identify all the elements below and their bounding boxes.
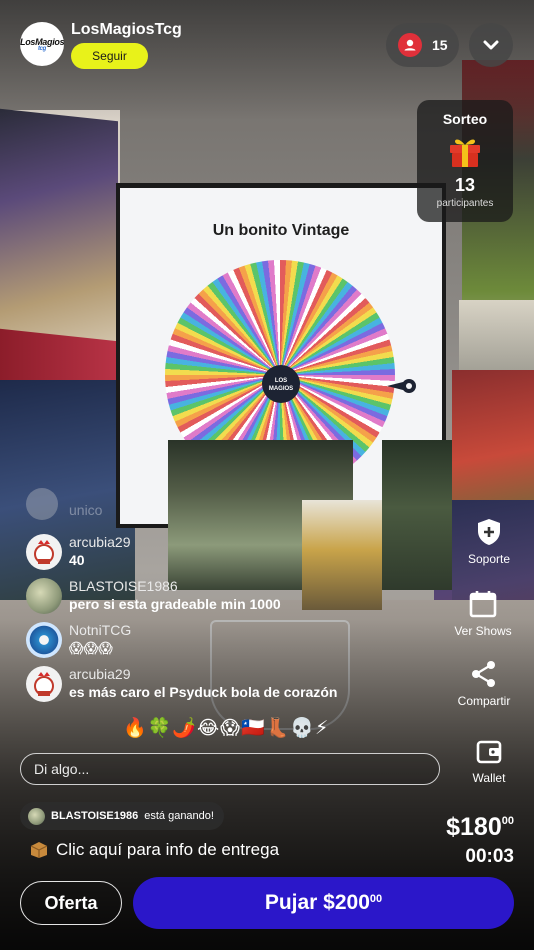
chat-text: pero si esta gradeable min 1000 (69, 596, 281, 612)
support-label: Soporte (467, 552, 511, 566)
rooster-avatar-icon (34, 540, 54, 564)
wallet-label: Wallet (472, 771, 506, 785)
shield-plus-icon (478, 519, 500, 545)
product-box-center-right (382, 440, 452, 590)
chat-username[interactable]: NotniTCG (69, 622, 131, 638)
offer-button[interactable]: Oferta (20, 881, 122, 925)
screen-title: Un bonito Vintage (212, 222, 350, 239)
reaction-emoji-bar[interactable]: 🔥🍀🌶️😂😱🇨🇱👢💀⚡ (123, 716, 329, 740)
host-name[interactable]: LosMagiosTcg (71, 21, 182, 39)
delivery-info-link[interactable]: Clic aquí para info de entrega (30, 840, 279, 860)
bid-label: Pujar $200 (264, 891, 370, 914)
share-icon (472, 661, 495, 687)
share-label: Compartir (457, 694, 511, 708)
chat-username[interactable]: arcubia29 (69, 666, 131, 682)
auction-timer: 00:03 (465, 846, 514, 867)
chat-input[interactable] (20, 753, 440, 785)
support-button[interactable]: Soporte (444, 518, 534, 566)
bid-button[interactable]: Pujar $20000 (133, 877, 514, 929)
raffle-participant-count: 13 (454, 175, 476, 195)
wallet-button[interactable]: Wallet (444, 739, 534, 785)
price-cents: 00 (501, 815, 514, 827)
gift-icon (450, 139, 480, 167)
current-price: $18000 (446, 813, 514, 842)
chat-avatar[interactable] (26, 534, 62, 570)
wheel-pointer-icon (387, 379, 416, 393)
winner-status: está ganando! (144, 810, 214, 822)
viewer-dot (398, 33, 422, 57)
product-box-evoluciones (0, 108, 118, 392)
chat-text: 😱😱😱 (69, 640, 113, 656)
chat-text: es más caro el Psyduck bola de corazón (69, 684, 338, 700)
collapse-button[interactable] (469, 23, 513, 67)
chat-text: unico (69, 502, 103, 518)
winner-name: BLASTOISE1986 (51, 810, 139, 822)
user-icon (404, 39, 416, 51)
calendar-icon (469, 591, 497, 618)
viewer-count-pill[interactable]: 15 (386, 23, 459, 67)
wheel-hub: LOS MAGIOS (262, 365, 300, 403)
package-icon (30, 842, 48, 858)
chat-avatar (26, 488, 58, 520)
share-button[interactable]: Compartir (439, 660, 529, 708)
chat-avatar[interactable] (26, 622, 62, 658)
chevron-down-icon (483, 40, 499, 50)
chat-avatar[interactable] (26, 666, 62, 702)
chat-avatar[interactable] (26, 578, 62, 614)
chat-username[interactable]: BLASTOISE1986 (69, 578, 178, 594)
bid-cents: 00 (369, 893, 383, 905)
chat-message-faded: unico (26, 488, 216, 522)
wallet-icon (476, 740, 502, 764)
winning-bidder-badge: BLASTOISE1986 está ganando! (20, 802, 224, 830)
product-pack (302, 500, 382, 610)
shows-label: Ver Shows (454, 624, 512, 638)
viewer-count: 15 (432, 37, 448, 53)
price-amount: $180 (446, 813, 502, 841)
follow-button[interactable]: Seguir (71, 43, 148, 69)
product-box-mega (459, 300, 534, 380)
shows-button[interactable]: Ver Shows (438, 590, 528, 638)
host-avatar[interactable]: LosMagios tcg (20, 22, 65, 66)
chat-username[interactable]: arcubia29 (69, 534, 131, 550)
delivery-text: Clic aquí para info de entrega (56, 840, 280, 859)
winner-avatar (28, 807, 45, 825)
rooster-avatar-icon (34, 672, 54, 696)
chat-text: 40 (69, 552, 85, 568)
raffle-card[interactable]: Sorteo 13 participantes (417, 100, 513, 222)
raffle-title: Sorteo (442, 111, 488, 127)
raffle-participants-label: participantes (436, 198, 494, 209)
